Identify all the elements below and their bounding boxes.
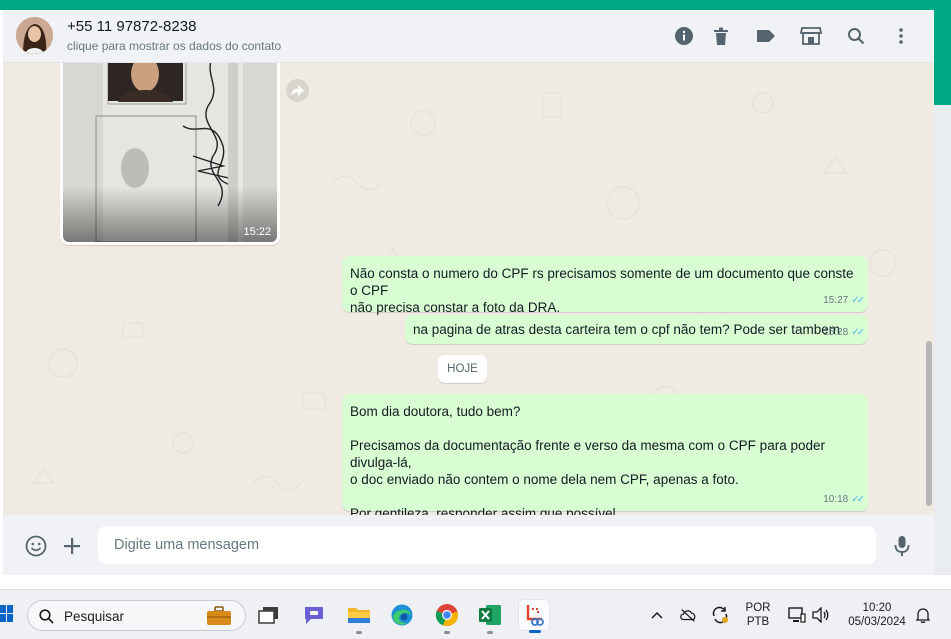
chat-window: +55 11 97872-8238 clique para mostrar os… — [3, 10, 934, 575]
app-top-band — [0, 0, 951, 10]
excel-icon — [479, 605, 501, 625]
info-icon[interactable] — [672, 24, 696, 48]
microphone-icon[interactable] — [889, 533, 915, 559]
contact-subtitle[interactable]: clique para mostrar os dados do contato — [67, 39, 281, 53]
task-view-app[interactable] — [253, 599, 285, 631]
clock[interactable]: 10:20 05/03/2024 — [839, 601, 915, 629]
message-text: Bom dia doutora, tudo bem? Precisamos da… — [350, 404, 825, 515]
snipping-tool-app[interactable] — [518, 599, 550, 633]
message-input[interactable] — [98, 526, 876, 564]
teams-icon — [305, 607, 323, 624]
search-icon[interactable] — [844, 24, 868, 48]
network-icon[interactable] — [788, 606, 806, 624]
chrome-icon — [435, 604, 458, 627]
running-indicator — [356, 631, 362, 634]
teams-app[interactable] — [298, 599, 330, 631]
message-time: 15:27 — [823, 295, 849, 306]
read-receipt-icon: ✓✓ — [851, 327, 865, 338]
message-time: 15:22 — [243, 226, 271, 238]
trash-icon[interactable] — [709, 24, 733, 48]
read-receipt-icon: ✓✓ — [851, 494, 865, 505]
task-view-icon — [258, 607, 278, 624]
scrollbar-thumb[interactable] — [926, 341, 932, 506]
onedrive-offline-icon[interactable] — [679, 606, 697, 624]
active-indicator — [529, 630, 541, 633]
notification-bell-icon[interactable] — [914, 606, 932, 624]
message-bubble[interactable]: Bom dia doutora, tudo bem? Precisamos da… — [342, 394, 868, 515]
message-text: Não consta o numero do CPF rs precisamos… — [350, 266, 854, 315]
clock-date: 05/03/2024 — [848, 616, 906, 628]
chat-scrollbar[interactable] — [924, 63, 934, 515]
avatar[interactable] — [16, 17, 53, 54]
chrome-app[interactable] — [431, 599, 463, 634]
running-indicator — [444, 631, 450, 634]
message-meta: 15:27 ✓✓ — [823, 292, 865, 309]
edge-app[interactable] — [386, 599, 418, 631]
keyboard-layout: PTB — [746, 616, 770, 628]
folder-icon — [348, 608, 370, 623]
store-icon[interactable] — [799, 24, 823, 48]
message-list[interactable]: 15:22 Não consta o numero do CPF rs prec… — [3, 63, 934, 515]
taskbar-search[interactable]: Pesquisar — [27, 600, 246, 631]
search-icon — [39, 609, 54, 624]
right-edge — [934, 105, 951, 575]
snipping-tool-icon — [526, 605, 544, 626]
briefcase-icon — [207, 606, 231, 625]
message-meta: 15:28 ✓✓ — [823, 324, 865, 341]
input-language[interactable]: POR PTB — [744, 601, 772, 629]
volume-icon[interactable] — [812, 606, 830, 624]
message-composer — [3, 515, 934, 575]
start-button[interactable] — [0, 604, 14, 624]
excel-app[interactable] — [474, 599, 506, 634]
forward-icon — [291, 85, 304, 96]
emoji-icon[interactable] — [23, 533, 49, 559]
message-time: 15:28 — [823, 327, 849, 338]
message-time: 10:18 — [823, 494, 849, 505]
read-receipt-icon: ✓✓ — [851, 295, 865, 306]
sync-icon[interactable] — [711, 606, 729, 624]
label-icon[interactable] — [754, 24, 778, 48]
document-photo[interactable]: 15:22 — [63, 63, 277, 242]
message-meta: 10:18 ✓✓ — [823, 491, 865, 508]
app-side-band — [934, 10, 951, 105]
taskbar: Pesquisar POR PTB 10:20 05/03/2024 — [0, 589, 951, 639]
running-indicator — [487, 631, 493, 634]
screen: +55 11 97872-8238 clique para mostrar os… — [0, 0, 951, 639]
search-placeholder: Pesquisar — [64, 609, 125, 624]
edge-icon — [391, 604, 413, 626]
chevron-up-icon[interactable] — [648, 606, 666, 624]
message-bubble[interactable]: na pagina de atras desta carteira tem o … — [405, 315, 868, 344]
message-bubble[interactable]: Não consta o numero do CPF rs precisamos… — [342, 256, 868, 315]
language-code: POR — [745, 602, 771, 614]
attach-plus-icon[interactable] — [59, 533, 85, 559]
day-separator: HOJE — [438, 355, 487, 383]
desktop-gap — [0, 575, 951, 589]
image-message[interactable]: 15:22 — [60, 63, 280, 245]
file-explorer-app[interactable] — [343, 599, 375, 634]
chat-header[interactable]: +55 11 97872-8238 clique para mostrar os… — [3, 10, 934, 63]
forward-button[interactable] — [286, 79, 309, 102]
clock-time: 10:20 — [862, 602, 892, 614]
message-text: na pagina de atras desta carteira tem o … — [413, 322, 840, 337]
contact-name[interactable]: +55 11 97872-8238 — [67, 18, 196, 35]
menu-icon[interactable] — [889, 24, 913, 48]
